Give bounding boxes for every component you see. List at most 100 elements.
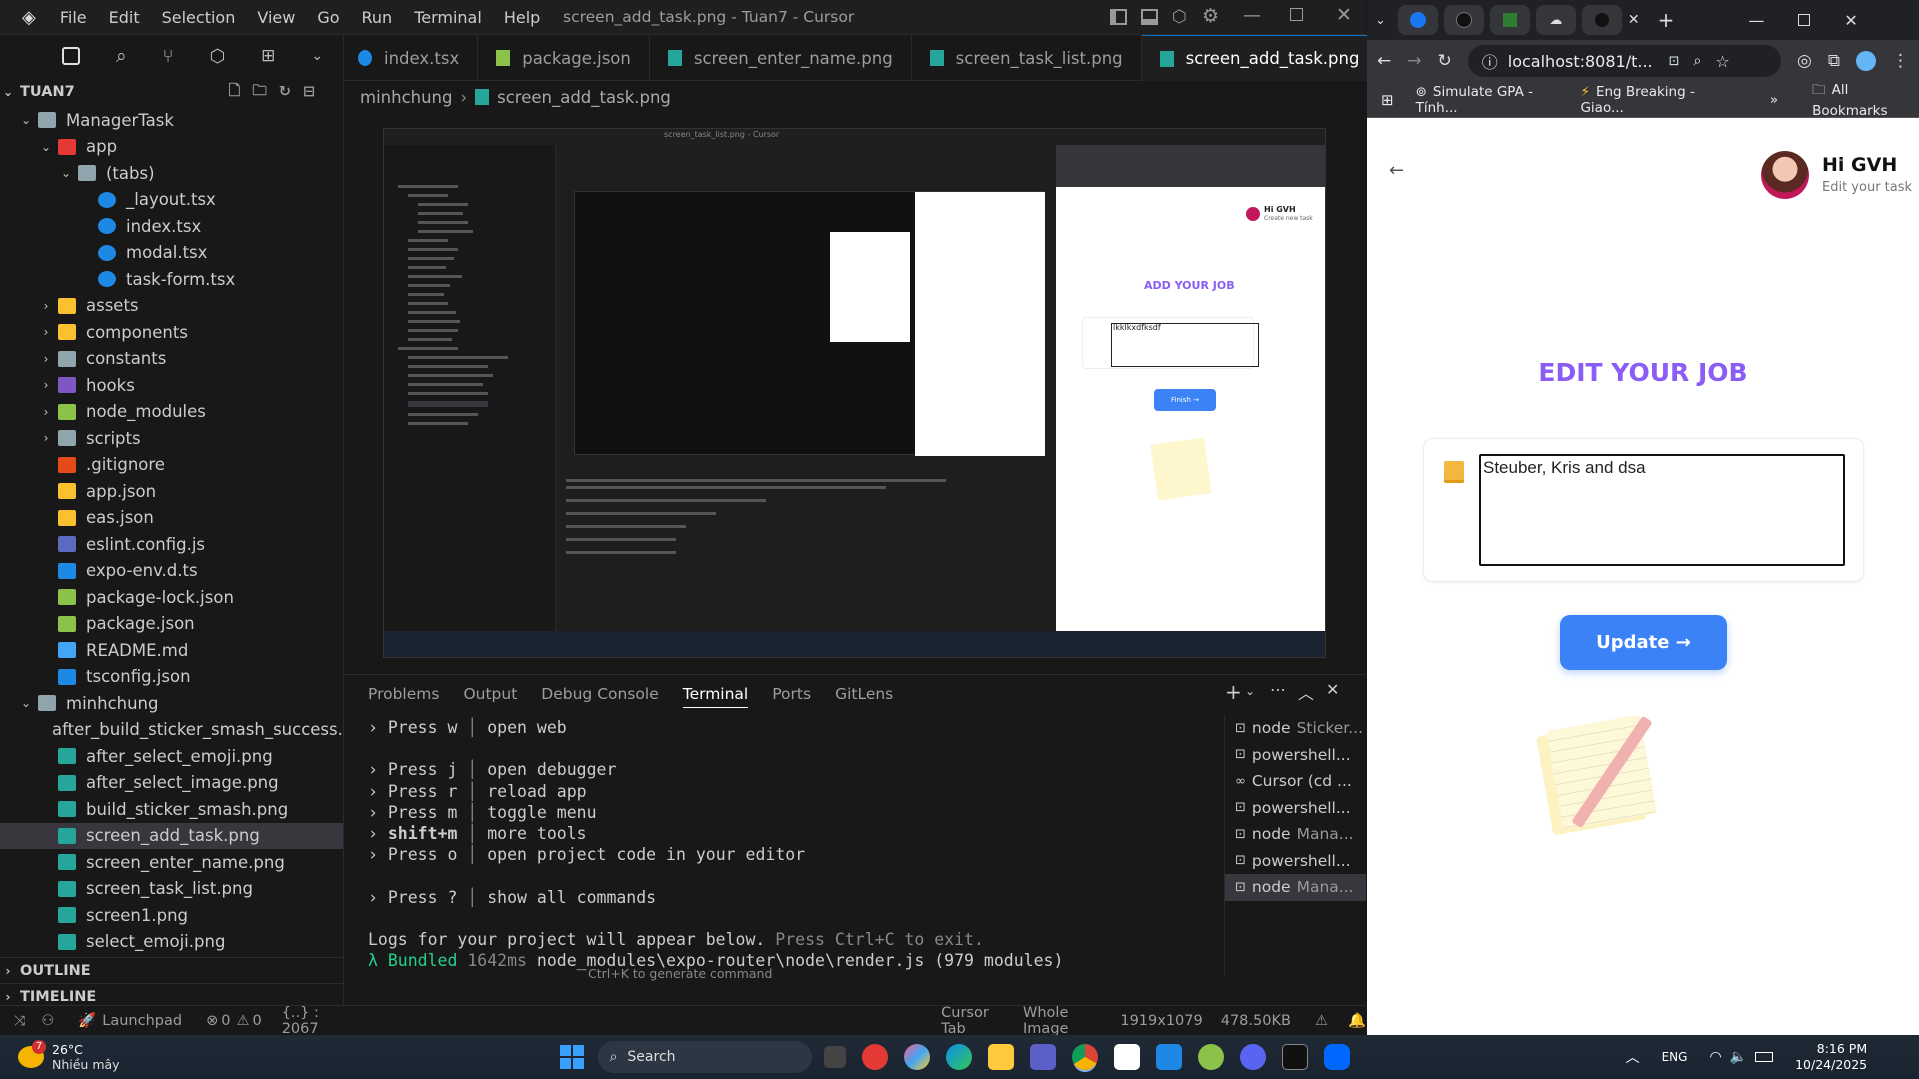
terminal-instance[interactable]: ⊡ powershell... — [1225, 848, 1366, 875]
forward-icon[interactable]: → — [1407, 51, 1421, 71]
paint-icon[interactable] — [861, 1044, 888, 1070]
extensions-cube-icon[interactable]: ⬡ — [1172, 7, 1187, 27]
tree-folder[interactable]: ⌄ (tabs) — [0, 160, 343, 187]
new-folder-icon[interactable]: 🗀 — [252, 80, 267, 105]
close-button[interactable]: ✕ — [1336, 4, 1352, 26]
tree-file[interactable]: after_select_emoji.png — [0, 743, 343, 770]
profile-avatar[interactable] — [1856, 51, 1876, 71]
tree-file[interactable]: app.json — [0, 478, 343, 505]
menu-item-selection[interactable]: Selection — [162, 8, 236, 27]
tree-file[interactable]: screen_enter_name.png — [0, 849, 343, 876]
browser-tab-active[interactable] — [1581, 5, 1622, 35]
menu-item-edit[interactable]: Edit — [109, 8, 140, 27]
discord-icon[interactable] — [1239, 1044, 1266, 1070]
tree-file[interactable]: after_select_image.png — [0, 770, 343, 797]
taskbar-search[interactable]: ⌕ Search — [597, 1041, 812, 1073]
tree-folder[interactable]: › constants — [0, 346, 343, 373]
menu-item-file[interactable]: File — [60, 8, 87, 27]
tree-folder[interactable]: ⌄ minhchung — [0, 690, 343, 717]
tree-folder[interactable]: › hooks — [0, 372, 343, 399]
browser-close-button[interactable]: ✕ — [1844, 11, 1857, 30]
menu-item-terminal[interactable]: Terminal — [414, 8, 482, 27]
clock[interactable]: 8:16 PM 10/24/2025 — [1795, 1041, 1867, 1073]
terminal-instance[interactable]: ⊡ powershell... — [1225, 742, 1366, 769]
tree-folder[interactable]: ⌄ ManagerTask — [0, 107, 343, 134]
address-bar[interactable]: ⓘ localhost:8081/t... ⊡ ⌕ ☆ — [1467, 45, 1782, 77]
wps-writer-icon[interactable] — [1113, 1044, 1140, 1070]
close-tab-icon[interactable]: ✕ — [1628, 12, 1640, 28]
browser-tab-cloud[interactable]: ☁ — [1535, 5, 1576, 35]
tree-file[interactable]: screen_add_task.png — [0, 822, 343, 849]
back-icon[interactable]: ← — [1377, 51, 1391, 71]
whole-image-label[interactable]: Whole Image — [1023, 1005, 1102, 1037]
menu-item-run[interactable]: Run — [362, 8, 393, 27]
store-icon[interactable] — [1155, 1044, 1182, 1070]
task-input[interactable]: Steuber, Kris and dsa — [1479, 454, 1845, 566]
tree-folder[interactable]: › assets — [0, 293, 343, 320]
remote-icon[interactable]: ⤨ — [14, 1013, 25, 1029]
toggle-panel-icon[interactable] — [1141, 9, 1158, 25]
show-hidden-icons[interactable]: ︿ — [1626, 1047, 1640, 1067]
status-warning-icon[interactable]: ⚠ — [1315, 1013, 1328, 1029]
menu-item-view[interactable]: View — [257, 8, 295, 27]
terminal-output[interactable]: › Press w │ open web › Press j │ open deb… — [368, 717, 1063, 971]
new-tab-icon[interactable]: + — [1658, 8, 1675, 32]
bookmark-star-icon[interactable]: ☆ — [1715, 52, 1729, 71]
source-control-icon[interactable]: ⑂ — [163, 46, 174, 67]
collapse-all-icon[interactable]: ⊟ — [303, 84, 315, 100]
files-icon[interactable] — [62, 47, 80, 65]
chevron-down-icon[interactable]: ⌄ — [311, 48, 323, 64]
volume-icon[interactable]: 🔈 — [1730, 1049, 1747, 1065]
editor-tab[interactable]: package.json — [478, 35, 650, 81]
zalo-icon[interactable] — [1323, 1044, 1350, 1070]
tree-file[interactable]: task-form.tsx — [0, 266, 343, 293]
chrome-icon[interactable] — [1071, 1044, 1098, 1070]
xbox-icon[interactable] — [1197, 1044, 1224, 1070]
tab-search-icon[interactable]: ⌄ — [1375, 13, 1386, 28]
bookmark-1[interactable]: ⊚ Simulate GPA - Tính... — [1416, 84, 1567, 116]
tree-folder[interactable]: › scripts — [0, 425, 343, 452]
tree-file[interactable]: tsconfig.json — [0, 664, 343, 691]
settings-gear-icon[interactable]: ⚙ — [1202, 5, 1219, 27]
terminal-instance[interactable]: ∞ Cursor (cd ... — [1225, 768, 1366, 795]
outline-section[interactable]: › OUTLINE — [0, 957, 344, 984]
extension-icon[interactable]: ◎ — [1797, 51, 1812, 71]
editor-tab[interactable]: index.tsx — [344, 35, 479, 81]
position-indicator[interactable]: {..} : 2067 — [282, 1005, 347, 1037]
panel-tab-output[interactable]: Output — [463, 685, 517, 708]
breadcrumb-file[interactable]: screen_add_task.png — [497, 88, 671, 107]
tree-file[interactable]: screen1.png — [0, 902, 343, 929]
launchpad-label[interactable]: Launchpad — [102, 1013, 182, 1029]
minimize-button[interactable]: — — [1243, 5, 1261, 26]
launchpad-icon[interactable]: 🚀 — [78, 1012, 96, 1029]
apps-grid-icon[interactable]: ⊞ — [261, 46, 275, 66]
search-icon[interactable]: ⌕ — [116, 45, 127, 67]
browser-tab-app[interactable] — [1489, 5, 1530, 35]
extensions-icon[interactable]: ⬡ — [209, 46, 225, 67]
new-terminal-icon[interactable]: + — [1225, 680, 1242, 704]
tree-file[interactable]: build_sticker_smash.png — [0, 796, 343, 823]
editor-tab[interactable]: screen_task_list.png — [912, 35, 1142, 81]
more-bookmarks-icon[interactable]: » — [1770, 92, 1778, 108]
tree-file[interactable]: expo-env.d.ts — [0, 558, 343, 585]
language-indicator[interactable]: ENG — [1662, 1050, 1688, 1064]
copilot-icon[interactable] — [903, 1044, 930, 1070]
terminal-instance[interactable]: ⊡ powershell... — [1225, 795, 1366, 822]
tree-folder[interactable]: › node_modules — [0, 399, 343, 426]
errors-count[interactable]: 0 — [221, 1013, 230, 1029]
browser-tab-facebook[interactable] — [1397, 5, 1438, 35]
browser-maximize-button[interactable] — [1798, 14, 1811, 26]
panel-tab-ports[interactable]: Ports — [772, 685, 811, 708]
url-text[interactable]: localhost:8081/t... — [1508, 52, 1653, 71]
warning-icon[interactable]: ⚠ — [236, 1013, 249, 1029]
tree-file[interactable]: package.json — [0, 611, 343, 638]
site-info-icon[interactable]: ⓘ — [1482, 49, 1498, 73]
translate-icon[interactable]: ⊡ — [1669, 54, 1680, 69]
account-icon[interactable]: ⚇ — [41, 1013, 54, 1029]
browser-minimize-button[interactable]: — — [1748, 11, 1764, 30]
breadcrumb-folder[interactable]: minhchung — [360, 88, 453, 107]
battery-icon[interactable] — [1755, 1052, 1774, 1062]
panel-tab-terminal[interactable]: Terminal — [682, 685, 749, 708]
puzzle-icon[interactable]: ⧉ — [1828, 51, 1840, 71]
explorer-root-row[interactable]: ⌄ TUAN7 🗋 🗀 ↻ ⊟ — [0, 77, 343, 107]
